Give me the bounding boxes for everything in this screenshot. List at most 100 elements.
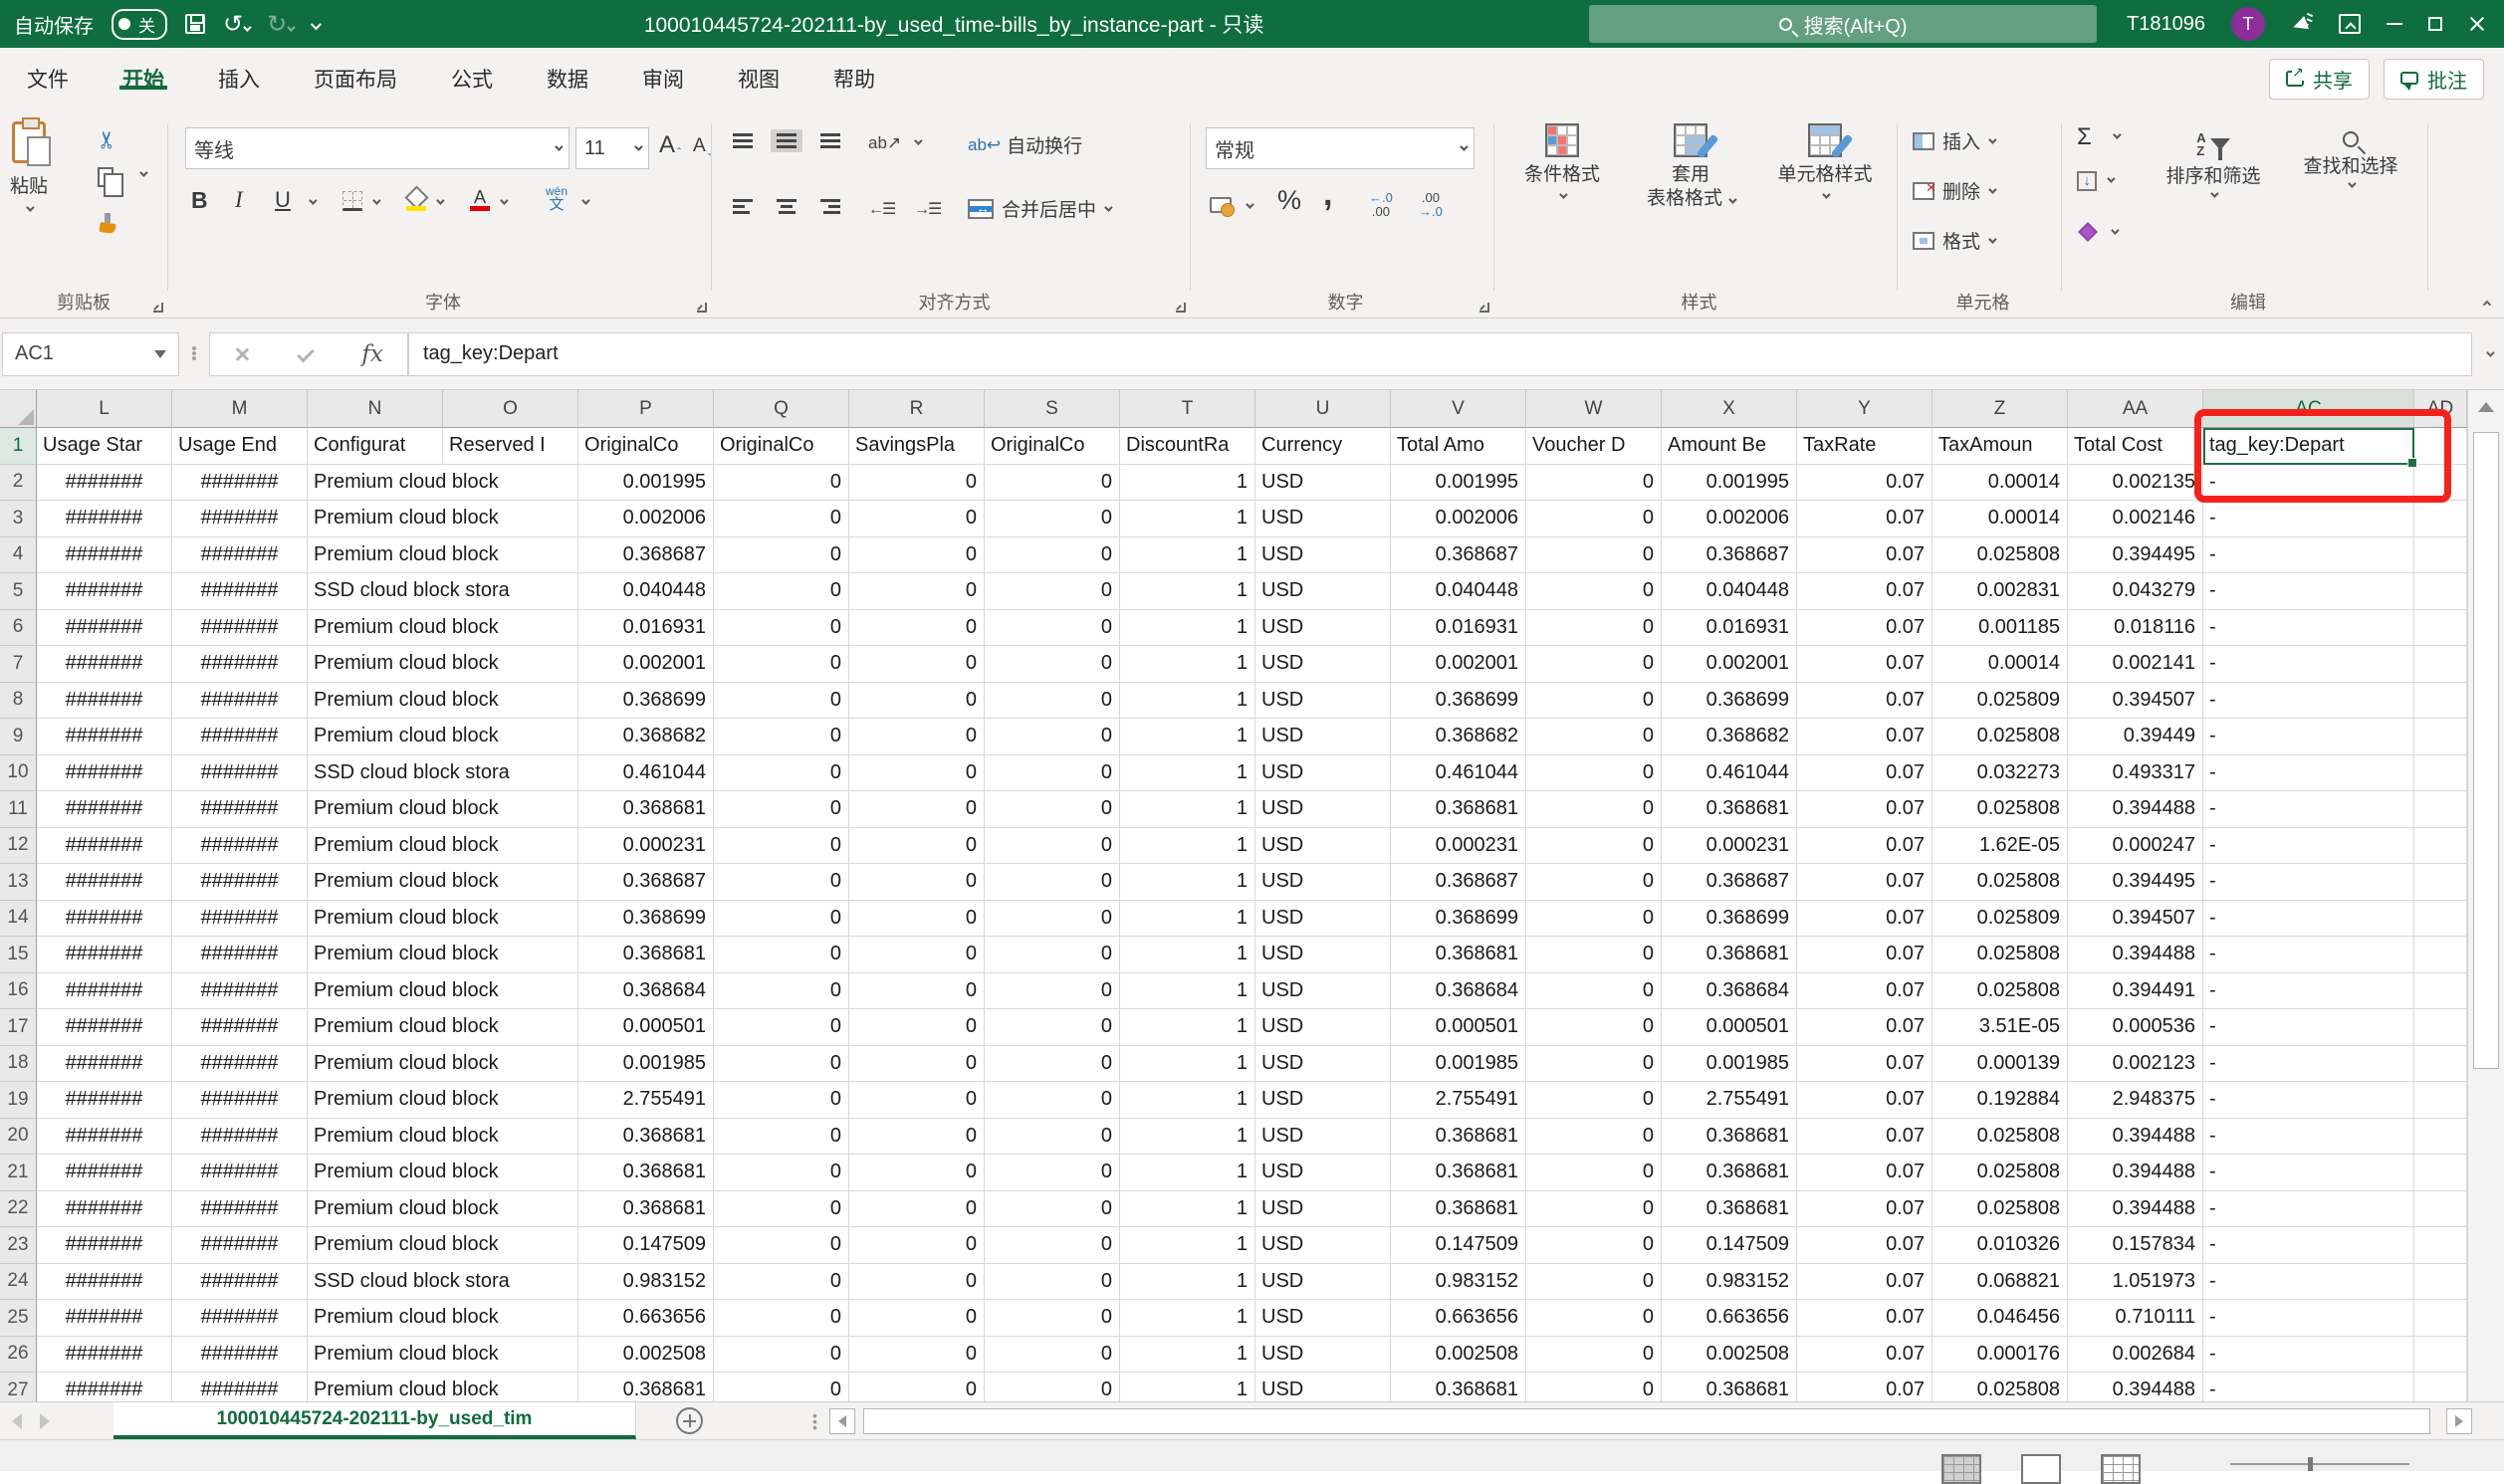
cell[interactable]: 0.147509	[578, 1227, 714, 1264]
feedback-megaphone-icon[interactable]	[2291, 14, 2313, 34]
paste-button[interactable]: 粘贴	[10, 121, 48, 212]
cell[interactable]: 0.07	[1797, 537, 1933, 574]
sheet-tab[interactable]: 100010445724-202111-by_used_tim	[114, 1402, 636, 1439]
cut-icon[interactable]	[98, 125, 117, 154]
normal-view-button[interactable]	[1941, 1454, 1981, 1484]
cell[interactable]: 0	[849, 1119, 985, 1156]
scroll-left-button[interactable]	[829, 1408, 855, 1434]
cell[interactable]: 1	[1120, 683, 1255, 720]
cell[interactable]: SSD cloud block stora	[308, 573, 578, 610]
cell[interactable]: USD	[1255, 501, 1391, 537]
cell[interactable]: -	[2203, 646, 2414, 683]
cell[interactable]: 0.368687	[1662, 537, 1797, 574]
cell[interactable]: 1	[1120, 465, 1255, 502]
sheet-bar-resize-handle[interactable]: •••	[812, 1412, 817, 1430]
vertical-scroll-thumb[interactable]	[2473, 432, 2499, 1069]
cell[interactable]: 0.000501	[578, 1009, 714, 1046]
cell[interactable]: 0	[714, 1191, 849, 1228]
cell[interactable]: 0.002135	[2068, 465, 2203, 502]
scroll-up-icon[interactable]	[2478, 402, 2494, 412]
cell[interactable]: 0	[985, 610, 1120, 647]
cell[interactable]: 1	[1120, 719, 1255, 755]
cell[interactable]: #######	[172, 1373, 308, 1401]
cell[interactable]	[2414, 1155, 2467, 1191]
cell[interactable]: 0	[714, 828, 849, 865]
chevron-down-icon[interactable]	[500, 196, 508, 204]
cell[interactable]: 0	[1526, 465, 1662, 502]
cell[interactable]: SavingsPla	[849, 428, 985, 465]
cell[interactable]: 0.368681	[578, 1119, 714, 1156]
cell[interactable]: 0.368681	[1662, 1373, 1797, 1401]
tab-文件[interactable]: 文件	[0, 64, 96, 94]
cell[interactable]: #######	[37, 646, 172, 683]
cell[interactable]: #######	[172, 646, 308, 683]
cell[interactable]: 0.983152	[1391, 1264, 1526, 1301]
cell[interactable]: 0	[1526, 1046, 1662, 1083]
cell[interactable]: Premium cloud block	[308, 646, 578, 683]
cell[interactable]: 0.368681	[1662, 1119, 1797, 1156]
cell[interactable]: USD	[1255, 901, 1391, 938]
column-header-Y[interactable]: Y	[1797, 390, 1933, 428]
row-header-3[interactable]: 3	[0, 501, 37, 537]
cell[interactable]: USD	[1255, 646, 1391, 683]
cell[interactable]: 0.002141	[2068, 646, 2203, 683]
formula-bar-handle[interactable]: •••	[179, 346, 209, 361]
cell[interactable]: 1	[1120, 1337, 1255, 1374]
zoom-slider[interactable]	[2230, 1463, 2409, 1465]
cell[interactable]: 0	[1526, 937, 1662, 973]
cell[interactable]: 0.07	[1797, 501, 1933, 537]
cell[interactable]: USD	[1255, 537, 1391, 574]
cell[interactable]: Total Amo	[1391, 428, 1526, 465]
row-header-25[interactable]: 25	[0, 1300, 37, 1337]
cell[interactable]: USD	[1255, 1155, 1391, 1191]
increase-indent-icon[interactable]	[914, 199, 940, 219]
column-header-X[interactable]: X	[1662, 390, 1797, 428]
merge-center-button[interactable]: 合并后居中	[968, 195, 1110, 222]
cell[interactable]: USD	[1255, 791, 1391, 828]
cell[interactable]: 2.948375	[2068, 1082, 2203, 1119]
cell[interactable]	[2414, 755, 2467, 792]
bold-button[interactable]: B	[191, 187, 208, 214]
cell[interactable]: 0	[849, 573, 985, 610]
cell[interactable]	[2414, 719, 2467, 755]
cell-styles-button[interactable]: 单元格样式	[1762, 123, 1888, 199]
cell[interactable]	[2414, 1227, 2467, 1264]
cell[interactable]: -	[2203, 828, 2414, 865]
cell[interactable]	[2414, 901, 2467, 938]
cell[interactable]: 0.016931	[578, 610, 714, 647]
cell[interactable]: 1	[1120, 537, 1255, 574]
cell[interactable]: 1	[1120, 1119, 1255, 1156]
clipboard-dialog-launcher[interactable]	[153, 303, 163, 313]
cell[interactable]: Premium cloud block	[308, 901, 578, 938]
format-painter-icon[interactable]	[98, 213, 117, 235]
horizontal-scrollbar[interactable]	[829, 1406, 2500, 1435]
wrap-text-button[interactable]: 自动换行	[968, 131, 1082, 158]
tab-开始[interactable]: 开始	[96, 64, 191, 94]
cell[interactable]	[2414, 1300, 2467, 1337]
cell[interactable]: -	[2203, 537, 2414, 574]
cell[interactable]: #######	[172, 501, 308, 537]
cell[interactable]: 0.493317	[2068, 755, 2203, 792]
cell[interactable]: 0.368681	[1391, 1155, 1526, 1191]
cell[interactable]	[2414, 428, 2467, 465]
cell[interactable]: Premium cloud block	[308, 1373, 578, 1401]
column-header-AD[interactable]: AD	[2414, 390, 2467, 428]
cell[interactable]: 0.010326	[1933, 1227, 2068, 1264]
cell[interactable]: -	[2203, 501, 2414, 537]
cell[interactable]: DiscountRa	[1120, 428, 1255, 465]
page-layout-view-button[interactable]	[2021, 1454, 2061, 1484]
cell[interactable]: 0	[1526, 828, 1662, 865]
cell[interactable]: 0	[849, 1227, 985, 1264]
cell[interactable]: 0.710111	[2068, 1300, 2203, 1337]
cell[interactable]: 0	[849, 1191, 985, 1228]
cell[interactable]: 0.00014	[1933, 646, 2068, 683]
cell[interactable]: 0	[1526, 864, 1662, 901]
cell[interactable]: 0	[714, 1119, 849, 1156]
cell[interactable]: 0.461044	[1662, 755, 1797, 792]
cell[interactable]: 1	[1120, 755, 1255, 792]
cell[interactable]: TaxAmoun	[1933, 428, 2068, 465]
avatar[interactable]: T	[2231, 7, 2265, 41]
cell[interactable]: #######	[37, 1300, 172, 1337]
cell[interactable]: OriginalCo	[578, 428, 714, 465]
cell[interactable]: 0.016931	[1662, 610, 1797, 647]
